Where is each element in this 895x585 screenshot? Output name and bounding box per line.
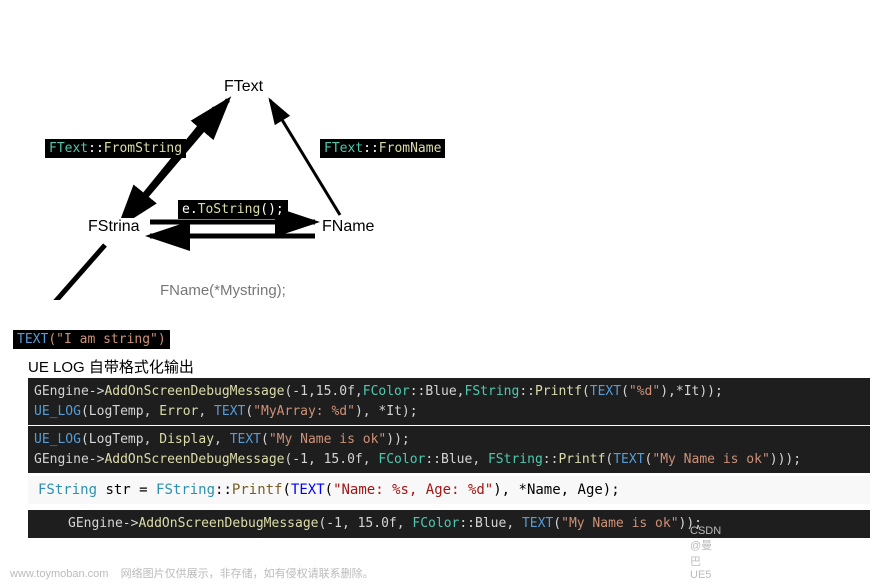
chip-macro: TEXT <box>17 332 48 347</box>
t: Display <box>159 432 214 447</box>
t: "Name: %s, Age: %d" <box>333 482 493 498</box>
t: "My Name is ok" <box>269 432 386 447</box>
chip-tail: (); <box>260 202 283 217</box>
t: ( <box>553 516 561 531</box>
chip-class: FText <box>324 141 363 156</box>
t: ), *Name, Age); <box>493 482 619 498</box>
node-fstring: FStrina <box>88 218 140 236</box>
t: GEngine-> <box>68 516 138 531</box>
t: str = <box>97 482 156 498</box>
t: ::Blue, <box>425 452 488 467</box>
t: ( <box>325 482 333 498</box>
t: TEXT <box>613 452 644 467</box>
t: TEXT <box>230 432 261 447</box>
t: GEngine-> <box>34 384 104 399</box>
code-line: UE_LOG(LogTemp, Display, TEXT("My Name i… <box>34 430 864 450</box>
t: GEngine-> <box>34 452 104 467</box>
t: :: <box>519 384 535 399</box>
t: )); <box>386 432 409 447</box>
t: ), *It); <box>355 404 418 419</box>
t: (LogTemp, <box>81 432 159 447</box>
t: Printf <box>535 384 582 399</box>
code-block-2: UE_LOG(LogTemp, Display, TEXT("My Name i… <box>28 426 870 473</box>
code-line: GEngine->AddOnScreenDebugMessage(-1, 15.… <box>34 450 864 470</box>
t: "My Name is ok" <box>561 516 678 531</box>
t: AddOnScreenDebugMessage <box>138 516 318 531</box>
chip-fn: ToString <box>198 202 261 217</box>
code-line: UE_LOG(LogTemp, Error, TEXT("MyArray: %d… <box>34 402 864 422</box>
t: ( <box>282 482 290 498</box>
t: , <box>214 432 230 447</box>
footer-right: CSDN @曼巴UE5 <box>690 525 721 581</box>
chip-fn: FromString <box>104 141 182 156</box>
t: FString <box>156 482 215 498</box>
t: FString <box>488 452 543 467</box>
t: Printf <box>232 482 283 498</box>
code-block-1: GEngine->AddOnScreenDebugMessage(-1,15.0… <box>28 378 870 425</box>
t: ::Blue, <box>410 384 465 399</box>
t: ( <box>261 432 269 447</box>
t: TEXT <box>590 384 621 399</box>
code-block-3: GEngine->AddOnScreenDebugMessage(-1, 15.… <box>28 510 870 538</box>
section-heading: UE LOG 自带格式化输出 <box>28 356 194 377</box>
t: FString <box>38 482 97 498</box>
t: FColor <box>412 516 459 531</box>
chip-ftext-fromname: FText::FromName <box>320 139 445 158</box>
chip-args: ("I am string") <box>48 332 165 347</box>
t: ( <box>582 384 590 399</box>
t: ),*It)); <box>660 384 723 399</box>
conversion-diagram: FText FStrina FName FText::FromString FT… <box>0 0 895 300</box>
label-fname-ctor: FName(*Mystring); <box>160 282 286 299</box>
t: Error <box>159 404 198 419</box>
chip-sep: :: <box>363 141 379 156</box>
t: Printf <box>558 452 605 467</box>
code-line: GEngine->AddOnScreenDebugMessage(-1,15.0… <box>34 382 864 402</box>
t: (LogTemp, <box>81 404 159 419</box>
chip-class: FText <box>49 141 88 156</box>
chip-ftext-fromstring: FText::FromString <box>45 139 186 158</box>
node-ftext: FText <box>224 78 263 96</box>
t: ))); <box>770 452 801 467</box>
t: ( <box>621 384 629 399</box>
t: ( <box>245 404 253 419</box>
footer-site: www.toymoban.com <box>10 568 108 580</box>
node-fname: FName <box>322 218 374 236</box>
t: :: <box>215 482 232 498</box>
code-line: GEngine->AddOnScreenDebugMessage(-1, 15.… <box>68 514 864 534</box>
chip-tostring: e.ToString(); <box>178 200 288 219</box>
footer-text: 网络图片仅供展示，非存储，如有侵权请联系删除。 <box>121 568 374 580</box>
t: "%d" <box>629 384 660 399</box>
t: (-1,15.0f, <box>284 384 362 399</box>
t: AddOnScreenDebugMessage <box>104 384 284 399</box>
t: "MyArray: %d" <box>253 404 355 419</box>
t: TEXT <box>522 516 553 531</box>
t: ::Blue, <box>459 516 522 531</box>
chip-text-literal: TEXT("I am string") <box>13 330 170 349</box>
t: (-1, 15.0f, <box>318 516 412 531</box>
chip-sep: :: <box>88 141 104 156</box>
t: TEXT <box>214 404 245 419</box>
t: AddOnScreenDebugMessage <box>104 452 284 467</box>
chip-obj: e. <box>182 202 198 217</box>
t: TEXT <box>291 482 325 498</box>
code-line-printf: FString str = FString::Printf(TEXT("Name… <box>28 476 870 504</box>
t: :: <box>543 452 559 467</box>
t: UE_LOG <box>34 432 81 447</box>
t: FString <box>465 384 520 399</box>
footer: www.toymoban.com 网络图片仅供展示，非存储，如有侵权请联系删除。… <box>10 565 374 581</box>
t: "My Name is ok" <box>652 452 769 467</box>
chip-fn: FromName <box>379 141 442 156</box>
t: FColor <box>363 384 410 399</box>
t: (-1, 15.0f, <box>284 452 378 467</box>
t: , <box>198 404 214 419</box>
t: UE_LOG <box>34 404 81 419</box>
t: FColor <box>378 452 425 467</box>
